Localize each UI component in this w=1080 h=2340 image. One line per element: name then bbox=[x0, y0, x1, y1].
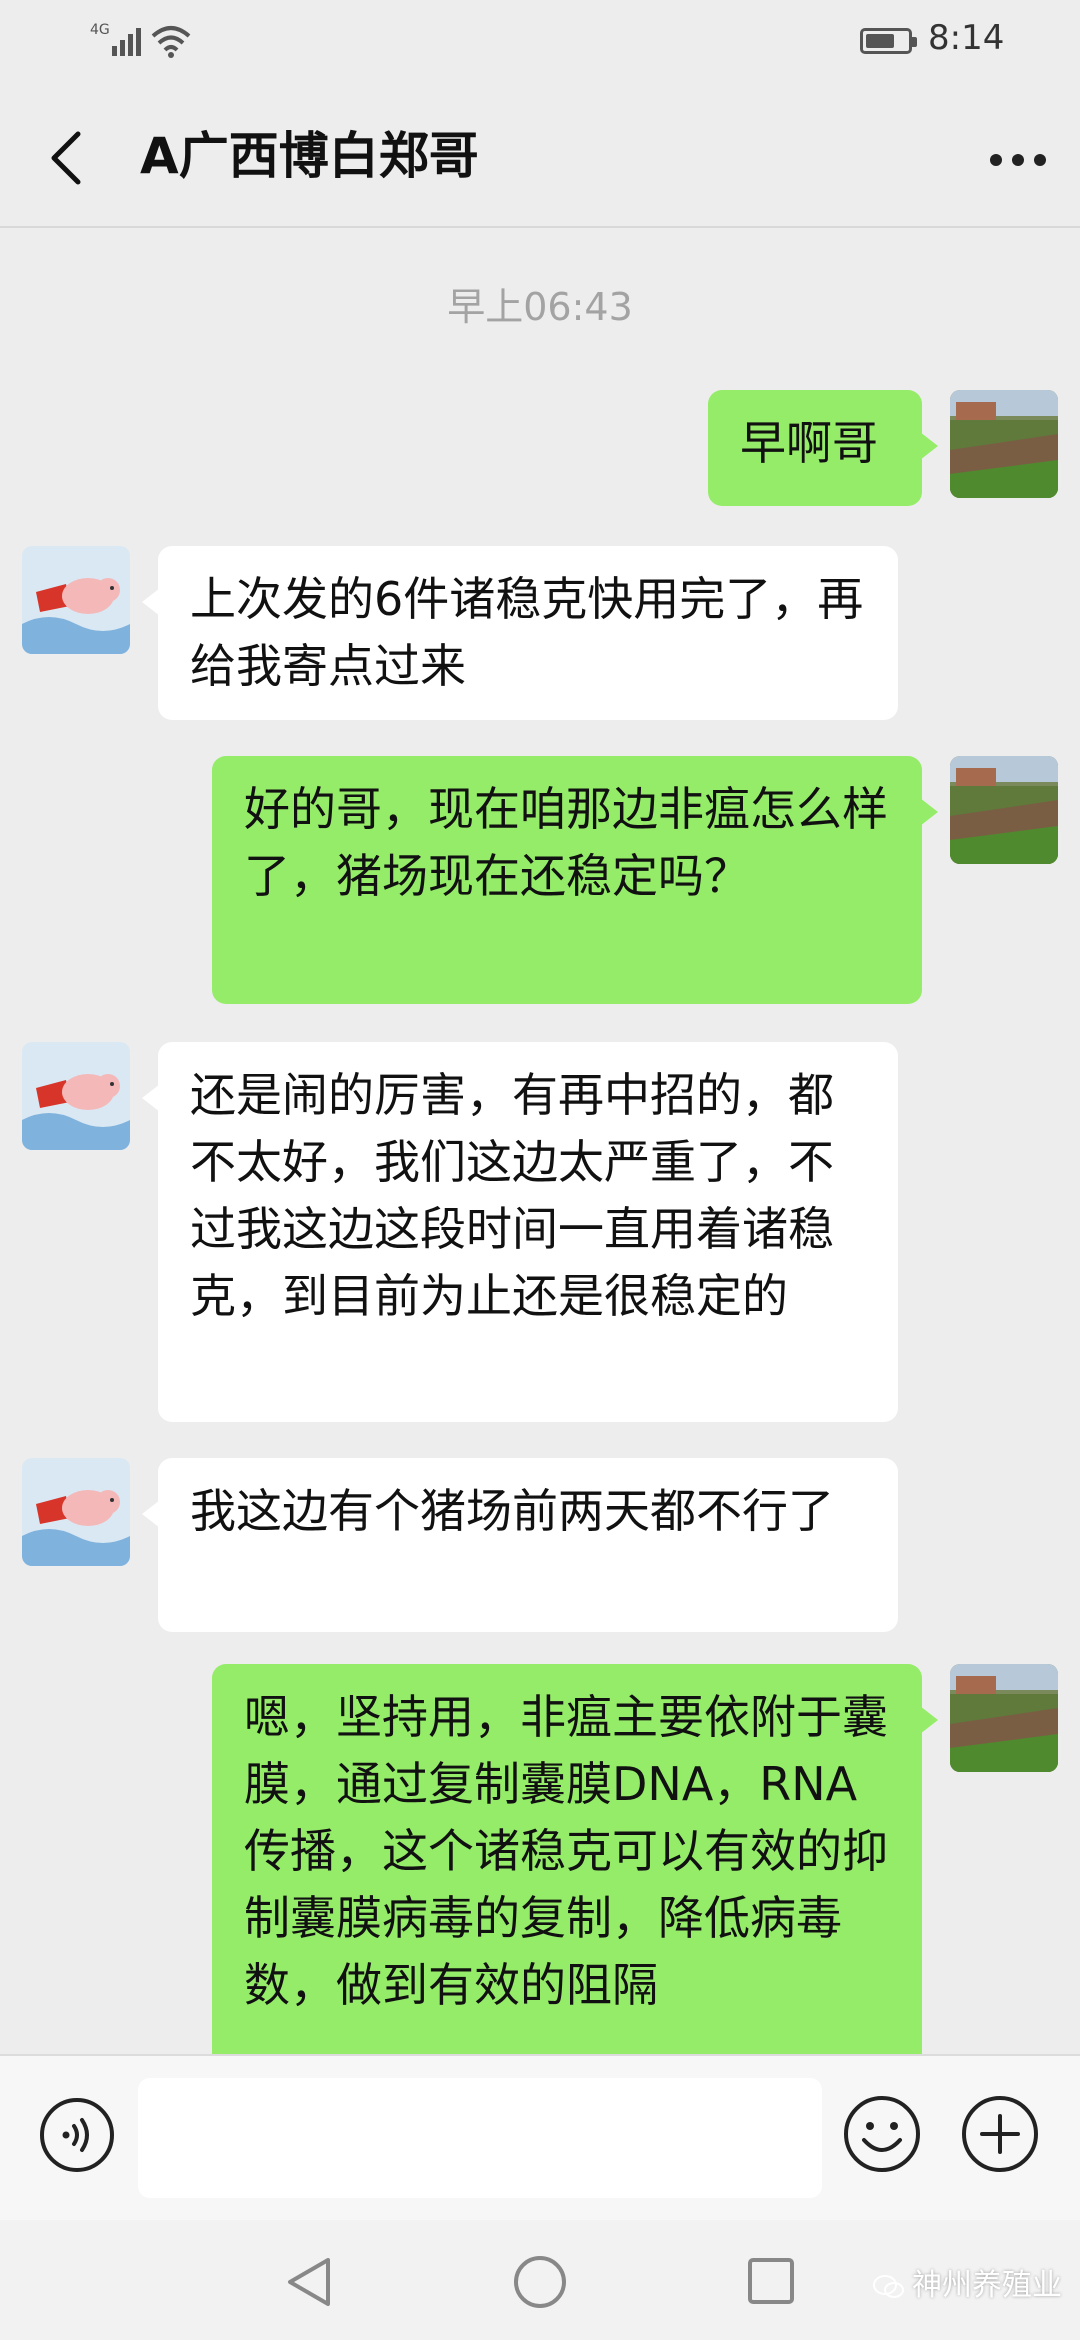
clock: 8:14 bbox=[928, 18, 1005, 58]
watermark: 神州养殖业 bbox=[872, 2260, 1062, 2304]
network-type: 4G bbox=[90, 22, 110, 38]
contact-avatar[interactable] bbox=[22, 1042, 130, 1150]
wechat-icon bbox=[873, 2274, 904, 2298]
contact-avatar[interactable] bbox=[22, 1458, 130, 1566]
message-timestamp: 早上06:43 bbox=[447, 285, 633, 329]
contact-avatar[interactable] bbox=[22, 546, 130, 654]
message-bubble-received[interactable]: 我这边有个猪场前两天都不行了 bbox=[142, 1458, 898, 1632]
chat-title: A广西博白郑哥 bbox=[140, 127, 479, 185]
message-input[interactable] bbox=[138, 2078, 822, 2198]
input-bar bbox=[0, 2054, 1080, 2220]
my-avatar[interactable] bbox=[950, 756, 1058, 864]
my-avatar[interactable] bbox=[950, 390, 1058, 498]
message-text: 好的哥，现在咱那边非瘟怎么样了，猪场现在还稳定吗？ bbox=[244, 782, 888, 903]
message-list[interactable]: 早上06:43 早啊哥 上次发的6件诸稳克快用完了，再给我寄点过来 好的哥，现在… bbox=[0, 228, 1080, 2054]
chat-header: A广西博白郑哥 bbox=[0, 84, 1080, 228]
chevron-left-icon[interactable] bbox=[44, 126, 92, 190]
message-bubble-sent[interactable]: 早啊哥 bbox=[708, 390, 938, 506]
message-text: 还是闹的厉害，有再中招的，都不太好，我们这边太严重了，不过我这边这段时间一直用着… bbox=[190, 1068, 834, 1323]
signal-icon bbox=[112, 28, 141, 56]
message-text: 嗯，坚持用，非瘟主要依附于囊膜，通过复制囊膜DNA，RNA传播，这个诸稳克可以有… bbox=[244, 1690, 888, 2012]
message-bubble-sent[interactable]: 好的哥，现在咱那边非瘟怎么样了，猪场现在还稳定吗？ bbox=[212, 756, 938, 1004]
nav-home-icon[interactable] bbox=[512, 2254, 568, 2310]
message-text: 上次发的6件诸稳克快用完了，再给我寄点过来 bbox=[190, 572, 864, 693]
my-avatar[interactable] bbox=[950, 1664, 1058, 1772]
system-nav-bar: 神州养殖业 bbox=[0, 2220, 1080, 2340]
watermark-text: 神州养殖业 bbox=[912, 2268, 1062, 2303]
message-bubble-received[interactable]: 上次发的6件诸稳克快用完了，再给我寄点过来 bbox=[142, 546, 898, 720]
emoji-icon[interactable] bbox=[842, 2094, 922, 2174]
message-bubble-sent[interactable]: 嗯，坚持用，非瘟主要依附于囊膜，通过复制囊膜DNA，RNA传播，这个诸稳克可以有… bbox=[212, 1664, 938, 2054]
battery-icon bbox=[860, 28, 917, 54]
more-dots-icon[interactable] bbox=[990, 154, 1046, 166]
status-bar: 4G 8:14 bbox=[0, 0, 1080, 84]
message-text: 我这边有个猪场前两天都不行了 bbox=[190, 1484, 834, 1538]
nav-recent-icon[interactable] bbox=[746, 2256, 796, 2306]
voice-icon[interactable] bbox=[38, 2096, 116, 2174]
plus-icon[interactable] bbox=[960, 2094, 1040, 2174]
nav-back-icon[interactable] bbox=[284, 2256, 334, 2308]
wifi-icon bbox=[151, 26, 191, 58]
message-text: 早啊哥 bbox=[740, 416, 878, 470]
message-bubble-received[interactable]: 还是闹的厉害，有再中招的，都不太好，我们这边太严重了，不过我这边这段时间一直用着… bbox=[142, 1042, 898, 1422]
